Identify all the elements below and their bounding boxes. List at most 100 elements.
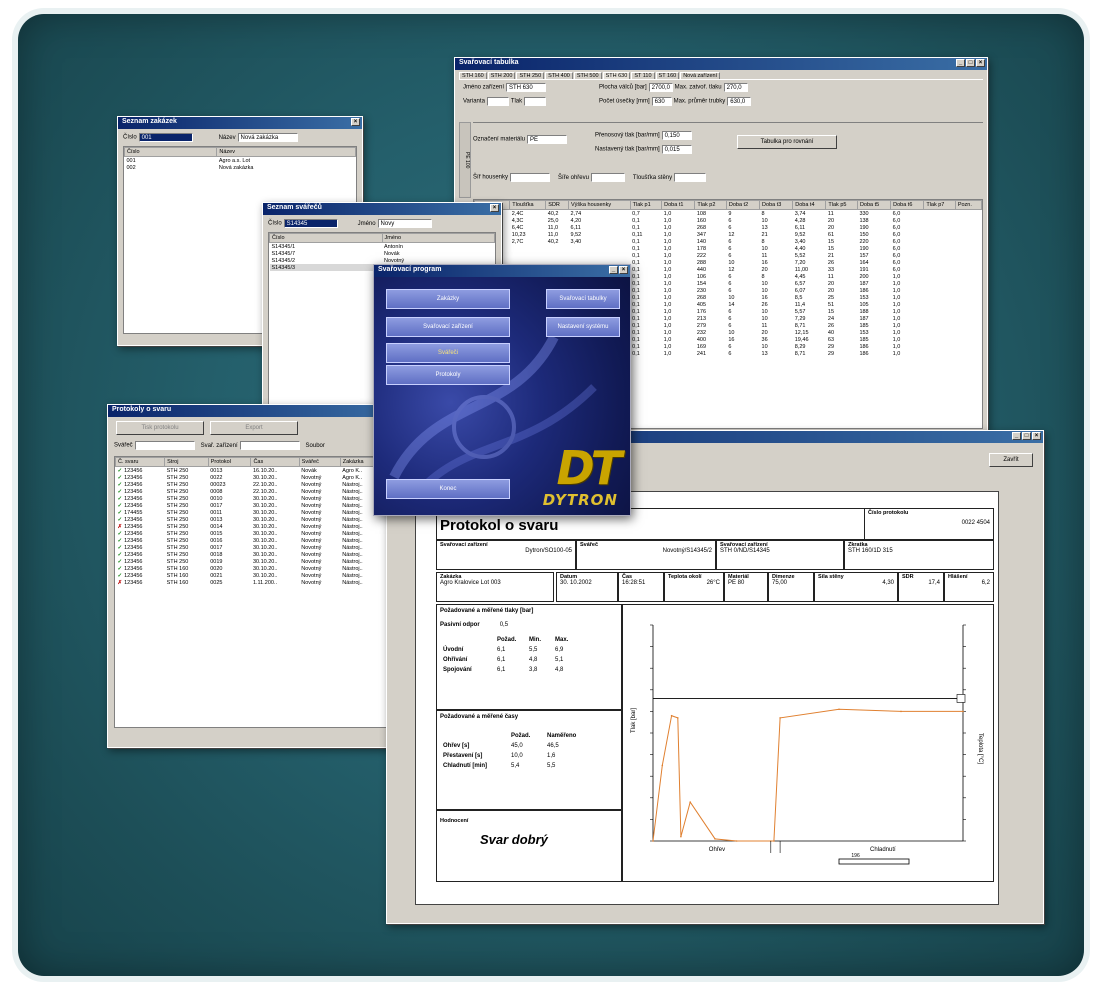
tab-7[interactable]: ST 160: [655, 72, 680, 79]
list-item[interactable]: S14345/7 Novák: [270, 250, 495, 257]
table-row[interactable]: ✓ 123456 STH 250 0017 30.10.20.. Novotný Nástr…: [116, 544, 393, 551]
side-tab[interactable]: PE 100: [459, 122, 471, 198]
column-header[interactable]: Tlak p7: [923, 200, 956, 210]
welder-filter-select[interactable]: [134, 441, 195, 450]
table-row[interactable]: ✓ 123456 STH 250 0016 30.10.20.. Novotný Nástr…: [116, 537, 393, 544]
column-header[interactable]: Výška housenky: [568, 200, 631, 210]
heating-width-field[interactable]: [590, 173, 625, 182]
column-header[interactable]: Tloušťka: [509, 200, 547, 210]
close-icon[interactable]: ×: [976, 59, 985, 67]
maximize-icon[interactable]: □: [966, 59, 975, 67]
set-pressure-field[interactable]: 0,015: [661, 145, 692, 154]
column-header[interactable]: Tlak p5: [825, 200, 858, 210]
column-header[interactable]: Doba t4: [792, 200, 827, 210]
order-number-field[interactable]: 001: [138, 133, 193, 142]
table-row[interactable]: ✗ 123456 STH 160 0025 1.11.200.. Novotný Nástr…: [116, 579, 393, 586]
table-row[interactable]: 0,1 1,0 178 6 10 4,40 15 190 6,0: [475, 245, 982, 252]
tab-2[interactable]: STH 250: [516, 72, 545, 79]
welders-menu-button[interactable]: Svářeči: [386, 343, 510, 363]
column-header[interactable]: Doba t1: [661, 200, 696, 210]
close-icon[interactable]: ×: [490, 204, 499, 212]
tab-3[interactable]: STH 400: [545, 72, 573, 79]
list-item[interactable]: 001 Agro a.s. Lot: [125, 157, 356, 165]
table-row[interactable]: ✓ 123456 STH 160 0021 30.10.20.. Novotný Nástr…: [116, 572, 393, 579]
col-number[interactable]: Číslo: [123, 147, 218, 157]
table-row[interactable]: 10,046,4C11,06,110,11,02686136,11201906,…: [475, 224, 982, 231]
weld-tables-menu-button[interactable]: Svařovací tabulky: [546, 289, 620, 309]
column-header[interactable]: Stroj: [164, 457, 209, 467]
column-header[interactable]: SDR: [545, 200, 570, 210]
table-row[interactable]: ✓ 123456 STH 250 0017 30.10.20.. Novotný Nástr…: [116, 502, 393, 509]
device-name-field[interactable]: STH 630: [505, 83, 546, 92]
max-pressure-field[interactable]: 270,0: [723, 83, 748, 92]
exit-button[interactable]: Konec: [386, 479, 510, 499]
minimize-icon[interactable]: _: [609, 266, 618, 274]
max-diameter-field[interactable]: 630,0: [727, 97, 752, 106]
table-row[interactable]: ✓ 123456 STH 250 00023 22.10.20.. Novotný Nást…: [116, 481, 393, 488]
table-row[interactable]: 12,354,3C25,04,200,11,01606104,28201386,…: [475, 217, 982, 224]
table-row[interactable]: ✓ 123456 STH 250 0013 30.10.20.. Novotný Nástr…: [116, 516, 393, 523]
table-row[interactable]: 0,1 1,0 222 6 11 5,52 21 157 6,0: [475, 252, 982, 259]
column-header[interactable]: Svářeč: [298, 457, 341, 467]
segment-field[interactable]: 630: [651, 97, 672, 106]
col-number[interactable]: Číslo: [269, 233, 383, 243]
settings-menu-button[interactable]: Nastavení systému: [546, 317, 620, 337]
tab-5[interactable]: STH 630: [602, 72, 631, 79]
table-row[interactable]: ✗ 123456 STH 250 0014 30.10.20.. Novotný Nástr…: [116, 523, 393, 530]
minimize-icon[interactable]: _: [1012, 432, 1021, 440]
tab-6[interactable]: ST 110: [631, 72, 655, 79]
column-header[interactable]: Tlak p2: [694, 200, 727, 210]
minimize-icon[interactable]: _: [956, 59, 965, 67]
tab-1[interactable]: STH 200: [487, 72, 516, 79]
wall-thickness-field[interactable]: [674, 173, 707, 182]
table-row[interactable]: ✓ 123456 STH 250 0015 30.10.20.. Novotný Nástr…: [116, 530, 393, 537]
alignment-table-button[interactable]: Tabulka pro rovnání: [737, 135, 837, 149]
list-item[interactable]: 002 Nová zakázka: [125, 164, 356, 171]
transfer-pressure-field[interactable]: 0,150: [661, 131, 692, 140]
column-header[interactable]: Protokol: [207, 457, 252, 467]
column-header[interactable]: Doba t5: [856, 200, 892, 210]
close-icon[interactable]: ×: [619, 266, 628, 274]
table-row[interactable]: ✓ 123456 STH 250 0022 30.10.20.. Novotný Agro …: [116, 474, 393, 481]
order-name-field[interactable]: Nová zakázka: [237, 133, 298, 142]
export-button[interactable]: Export: [210, 421, 298, 435]
devices-menu-button[interactable]: Svařovací zařízení: [386, 317, 510, 337]
variant-field[interactable]: [486, 97, 509, 106]
table-row[interactable]: ✓ 123456 STH 250 0019 30.10.20.. Novotný Nástr…: [116, 558, 393, 565]
table-row[interactable]: 28,3510,2311,09,520,111,034712219,526115…: [475, 231, 982, 238]
orders-menu-button[interactable]: Zakázky: [386, 289, 510, 309]
cylinder-area-field[interactable]: 2700,0: [648, 83, 673, 92]
print-protocol-button[interactable]: Tisk protokolu: [116, 421, 204, 435]
pressure-field[interactable]: [524, 97, 547, 106]
welder-number-field[interactable]: S14345: [283, 219, 338, 228]
table-row[interactable]: ✓ 123456 STH 250 0008 22.10.20.. Novotný Nástr…: [116, 488, 393, 495]
column-header[interactable]: Doba t3: [759, 200, 794, 210]
tab-0[interactable]: STH 160: [459, 72, 487, 79]
column-header[interactable]: Čas: [250, 457, 300, 467]
table-row[interactable]: ✓ 174455 STH 250 0011 30.10.20.. Novotný Nástr…: [116, 509, 393, 516]
list-item[interactable]: S14345/2 Novotný: [270, 257, 495, 264]
material-field[interactable]: PE: [526, 135, 567, 144]
bead-width-field[interactable]: [509, 173, 550, 182]
col-name[interactable]: Název: [216, 147, 356, 157]
column-header[interactable]: Č. svaru: [115, 457, 166, 467]
table-row[interactable]: ✓ 123456 STH 250 0013 16.10.20.. Novák Agro K.…: [116, 467, 393, 475]
table-row[interactable]: ✓ 123456 STH 250 0018 30.10.20.. Novotný Nástr…: [116, 551, 393, 558]
list-item[interactable]: S14345/1 Antonín: [270, 243, 495, 251]
table-row[interactable]: 7,712,4C40,22,740,71,0108983,74113306,0: [475, 210, 982, 218]
table-row[interactable]: ✓ 123456 STH 250 0010 30.10.20.. Novotný Nástr…: [116, 495, 393, 502]
protocols-menu-button[interactable]: Protokoly: [386, 365, 510, 385]
protocols-list[interactable]: Č. svaru Stroj Protokol Čas Svářeč Zakázka ✓ 12…: [114, 456, 394, 728]
column-header[interactable]: Pozn.: [954, 200, 982, 210]
column-header[interactable]: Tlak p1: [629, 200, 663, 210]
tab-4[interactable]: STH 500: [573, 72, 602, 79]
column-header[interactable]: Doba t2: [725, 200, 761, 210]
close-report-button[interactable]: Zavřít: [989, 453, 1033, 467]
table-row[interactable]: 8,712,7C40,23,400,11,0140683,40152206,0: [475, 238, 982, 245]
column-header[interactable]: Doba t6: [890, 200, 925, 210]
welder-name-field[interactable]: Novy: [377, 219, 432, 228]
close-icon[interactable]: ×: [351, 118, 360, 126]
tab-8[interactable]: Nová zařízení: [680, 72, 721, 79]
device-filter-select[interactable]: [239, 441, 300, 450]
maximize-icon[interactable]: □: [1022, 432, 1031, 440]
